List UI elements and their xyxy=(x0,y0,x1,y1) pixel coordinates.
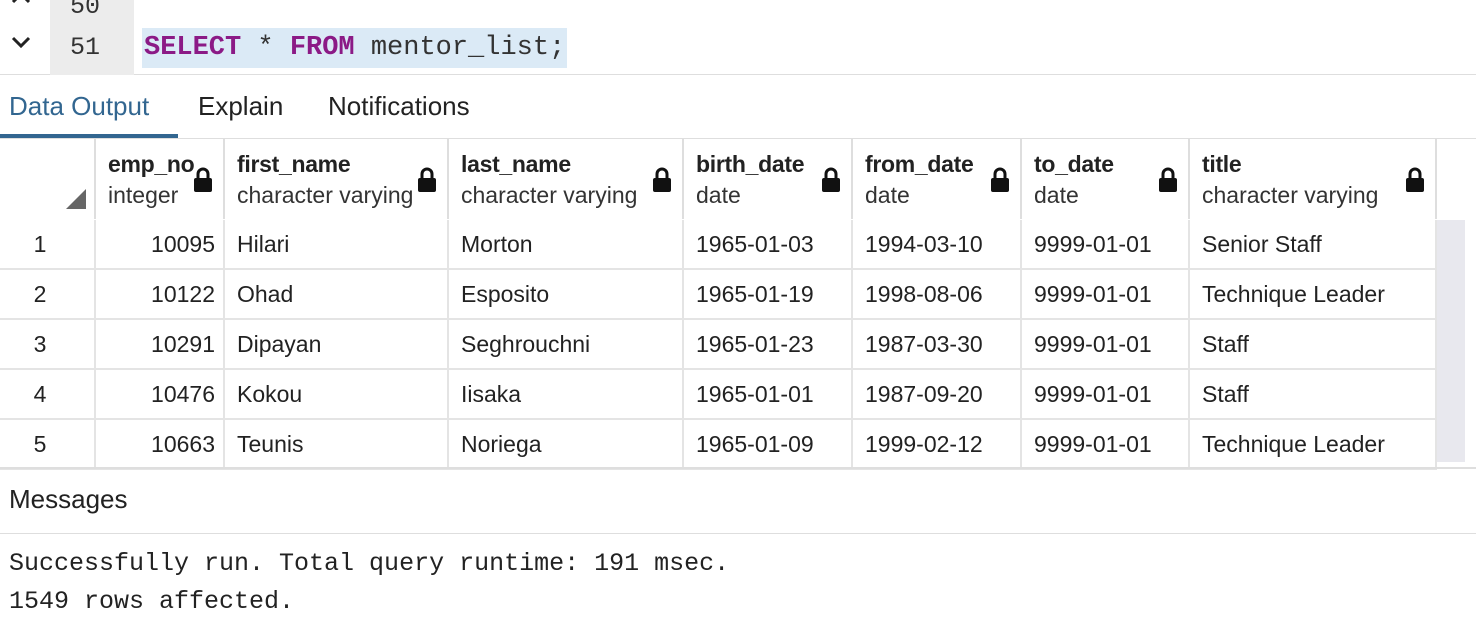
column-header-title[interactable]: title character varying xyxy=(1190,139,1437,219)
vertical-scrollbar[interactable] xyxy=(1437,220,1465,462)
cell-to-date[interactable]: 9999-01-01 xyxy=(1022,420,1190,468)
cell-to-date[interactable]: 9999-01-01 xyxy=(1022,270,1190,318)
result-tabs: Data Output Explain Notifications xyxy=(0,75,1476,139)
cell-title[interactable]: Staff xyxy=(1190,370,1437,418)
cell-first-name[interactable]: Kokou xyxy=(225,370,449,418)
column-type: date xyxy=(865,182,910,208)
message-line: 1549 rows affected. xyxy=(9,587,295,616)
data-grid: emp_nointeger first_name character varying… xyxy=(0,139,1476,470)
column-header-to-date[interactable]: to_datedate xyxy=(1022,139,1190,219)
row-number[interactable]: 5 xyxy=(0,420,96,468)
sql-keyword: SELECT xyxy=(144,33,242,63)
table-row[interactable]: 4 10476 Kokou Iisaka 1965-01-01 1987-09-20 999… xyxy=(0,370,1437,420)
cell-birth-date[interactable]: 1965-01-01 xyxy=(684,370,853,418)
cell-first-name[interactable]: Hilari xyxy=(225,220,449,268)
cell-emp-no[interactable]: 10095 xyxy=(96,220,225,268)
column-header-last-name[interactable]: last_name character varying xyxy=(449,139,684,219)
column-name: title xyxy=(1202,151,1242,177)
table-row[interactable]: 1 10095 Hilari Morton 1965-01-03 1994-03-10 99… xyxy=(0,220,1437,270)
cell-last-name[interactable]: Iisaka xyxy=(449,370,684,418)
cell-birth-date[interactable]: 1965-01-09 xyxy=(684,420,853,468)
message-line: Successfully run. Total query runtime: 1… xyxy=(9,549,730,578)
cell-last-name[interactable]: Esposito xyxy=(449,270,684,318)
tab-data-output[interactable]: Data Output xyxy=(9,75,149,138)
sort-corner-icon xyxy=(66,189,86,209)
line-number: 51 xyxy=(69,33,100,62)
tab-notifications[interactable]: Notifications xyxy=(328,75,470,138)
column-name: emp_no xyxy=(108,151,195,177)
cell-from-date[interactable]: 1987-03-30 xyxy=(853,320,1022,368)
cell-from-date[interactable]: 1999-02-12 xyxy=(853,420,1022,468)
row-number[interactable]: 3 xyxy=(0,320,96,368)
column-name: first_name xyxy=(237,151,351,177)
chevron-up-icon[interactable] xyxy=(8,0,34,8)
cell-last-name[interactable]: Seghrouchni xyxy=(449,320,684,368)
cell-first-name[interactable]: Dipayan xyxy=(225,320,449,368)
chevron-down-icon[interactable] xyxy=(8,32,34,52)
messages-title: Messages xyxy=(9,484,128,514)
active-tab-indicator xyxy=(0,134,178,138)
lock-icon xyxy=(990,167,1010,193)
column-type: character varying xyxy=(461,182,638,208)
sql-text: mentor_list; xyxy=(354,33,566,63)
lock-icon xyxy=(1158,167,1178,193)
column-type: integer xyxy=(108,182,179,208)
column-header-from-date[interactable]: from_datedate xyxy=(853,139,1022,219)
row-number[interactable]: 1 xyxy=(0,220,96,268)
column-header-birth-date[interactable]: birth_datedate xyxy=(684,139,853,219)
cell-from-date[interactable]: 1987-09-20 xyxy=(853,370,1022,418)
tab-explain[interactable]: Explain xyxy=(198,75,283,138)
cell-emp-no[interactable]: 10122 xyxy=(96,270,225,318)
cell-emp-no[interactable]: 10476 xyxy=(96,370,225,418)
lock-icon xyxy=(193,167,213,193)
row-number[interactable]: 4 xyxy=(0,370,96,418)
lock-icon xyxy=(821,167,841,193)
divider xyxy=(0,533,1476,534)
cell-title[interactable]: Technique Leader xyxy=(1190,420,1437,468)
cell-title[interactable]: Senior Staff xyxy=(1190,220,1437,268)
sql-text: * xyxy=(241,33,290,63)
column-name: birth_date xyxy=(696,151,805,177)
sql-keyword: FROM xyxy=(289,33,355,63)
column-type: character varying xyxy=(237,182,414,208)
cell-title[interactable]: Staff xyxy=(1190,320,1437,368)
cell-to-date[interactable]: 9999-01-01 xyxy=(1022,320,1190,368)
cell-from-date[interactable]: 1998-08-06 xyxy=(853,270,1022,318)
column-header-first-name[interactable]: first_name character varying xyxy=(225,139,449,219)
cell-emp-no[interactable]: 10663 xyxy=(96,420,225,468)
column-header-emp-no[interactable]: emp_nointeger xyxy=(96,139,225,219)
cell-first-name[interactable]: Ohad xyxy=(225,270,449,318)
cell-last-name[interactable]: Noriega xyxy=(449,420,684,468)
select-all-cell[interactable] xyxy=(0,139,96,219)
grid-header-row: emp_nointeger first_name character varying… xyxy=(0,139,1437,219)
cell-to-date[interactable]: 9999-01-01 xyxy=(1022,370,1190,418)
column-type: date xyxy=(696,182,741,208)
lock-icon xyxy=(417,167,437,193)
cell-last-name[interactable]: Morton xyxy=(449,220,684,268)
cell-to-date[interactable]: 9999-01-01 xyxy=(1022,220,1190,268)
lock-icon xyxy=(1405,167,1425,193)
divider xyxy=(0,467,1476,469)
row-number[interactable]: 2 xyxy=(0,270,96,318)
code-line-51[interactable]: SELECT * FROM mentor_list; xyxy=(142,28,568,68)
column-type: character varying xyxy=(1202,182,1379,208)
query-editor[interactable]: 50 51 SELECT * FROM mentor_list; xyxy=(0,0,1476,75)
cell-birth-date[interactable]: 1965-01-03 xyxy=(684,220,853,268)
cell-birth-date[interactable]: 1965-01-19 xyxy=(684,270,853,318)
column-name: last_name xyxy=(461,151,571,177)
column-name: to_date xyxy=(1034,151,1114,177)
cell-first-name[interactable]: Teunis xyxy=(225,420,449,468)
lock-icon xyxy=(652,167,672,193)
table-row[interactable]: 3 10291 Dipayan Seghrouchni 1965-01-23 1987-0… xyxy=(0,320,1437,370)
line-gutter: 50 51 xyxy=(50,0,134,75)
cell-emp-no[interactable]: 10291 xyxy=(96,320,225,368)
cell-title[interactable]: Technique Leader xyxy=(1190,270,1437,318)
table-row[interactable]: 2 10122 Ohad Esposito 1965-01-19 1998-08-06 99… xyxy=(0,270,1437,320)
cell-from-date[interactable]: 1994-03-10 xyxy=(853,220,1022,268)
column-type: date xyxy=(1034,182,1079,208)
column-name: from_date xyxy=(865,151,974,177)
line-number: 50 xyxy=(69,0,100,21)
cell-birth-date[interactable]: 1965-01-23 xyxy=(684,320,853,368)
table-row[interactable]: 5 10663 Teunis Noriega 1965-01-09 1999-02-12 9… xyxy=(0,420,1437,470)
